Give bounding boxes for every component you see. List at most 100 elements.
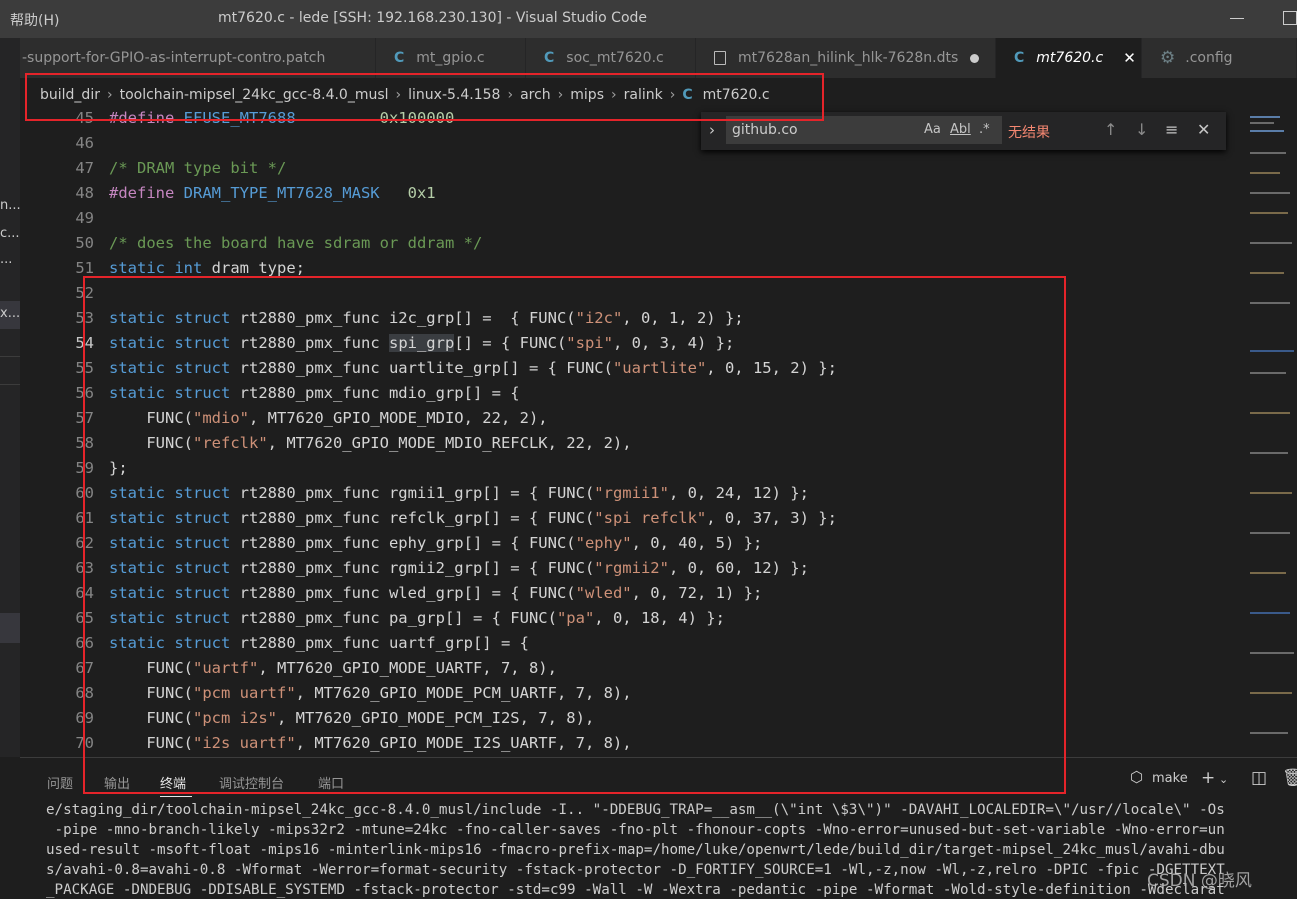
line-number: 66	[75, 634, 94, 652]
breadcrumb-item[interactable]: arch	[520, 87, 551, 103]
chevron-right-icon: ›	[611, 87, 617, 103]
minimap-line	[1250, 372, 1286, 374]
arrow-down-icon[interactable]: ↓	[1135, 120, 1148, 139]
divider	[0, 356, 20, 357]
code-line: #define DRAM_TYPE_MT7628_MASK 0x1	[109, 184, 436, 202]
maximize-icon[interactable]	[1283, 11, 1297, 25]
breadcrumb-item[interactable]: mt7620.c	[703, 87, 770, 103]
tab-debug-console[interactable]: 调试控制台	[219, 773, 284, 792]
tab-dts[interactable]: mt7628an_hilink_hlk-7628n.dts	[696, 38, 996, 78]
terminal-line: _PACKAGE -DNDEBUG -DDISABLE_SYSTEMD -fst…	[46, 882, 1225, 898]
minimap[interactable]	[1247, 112, 1297, 757]
breadcrumb-item[interactable]: mips	[570, 87, 604, 103]
explorer-item[interactable]: ...	[0, 252, 20, 267]
split-terminal-icon[interactable]: ◫	[1251, 768, 1267, 788]
breadcrumb-item[interactable]: linux-5.4.158	[408, 87, 500, 103]
line-number: 63	[75, 559, 94, 577]
bottom-panel: 问题 输出 终端 调试控制台 端口 ⬡ make + ⌄ ◫ 🗑 e/stagi…	[20, 757, 1297, 899]
breadcrumb-item[interactable]: ralink	[624, 87, 663, 103]
whole-word-icon[interactable]: Abl	[950, 122, 971, 137]
chevron-right-icon: ›	[507, 87, 514, 103]
minimap-line	[1250, 732, 1288, 734]
tab-problems[interactable]: 问题	[47, 773, 73, 792]
minimap-line	[1250, 692, 1292, 694]
chevron-right-icon[interactable]: ›	[709, 121, 715, 139]
explorer-strip: n... c... ... x...	[0, 38, 20, 757]
line-number: 53	[75, 309, 94, 327]
line-number: 46	[75, 134, 94, 152]
code-line: static struct rt2880_pmx_func wled_grp[]…	[109, 584, 763, 602]
code-line: FUNC("pcm uartf", MT7620_GPIO_MODE_PCM_U…	[146, 684, 632, 702]
tab-mt7620-active[interactable]: C mt7620.c ✕	[996, 38, 1142, 78]
code-line: static struct rt2880_pmx_func uartlite_g…	[109, 359, 837, 377]
line-number: 67	[75, 659, 94, 677]
minimap-line	[1250, 122, 1274, 124]
chevron-right-icon: ›	[395, 87, 402, 103]
code-line: static struct rt2880_pmx_func pa_grp[] =…	[109, 609, 725, 627]
arrow-up-icon[interactable]: ↑	[1104, 120, 1117, 139]
line-number: 56	[75, 384, 94, 402]
add-terminal-icon[interactable]: +	[1201, 768, 1215, 788]
line-number: 48	[75, 184, 94, 202]
menu-help[interactable]: 帮助(H)	[10, 10, 59, 30]
c-file-icon: C	[682, 87, 693, 103]
file-icon	[714, 51, 726, 65]
minimap-line	[1250, 152, 1286, 154]
code-line: static struct rt2880_pmx_func spi_grp[] …	[109, 334, 735, 352]
terminal-line: s/avahi-0.8=avahi-0.8 -Wformat -Werror=f…	[46, 862, 1225, 878]
tab-label: mt7628an_hilink_hlk-7628n.dts	[738, 50, 959, 66]
regex-icon[interactable]: .*	[979, 122, 990, 137]
minimap-line	[1250, 452, 1288, 454]
terminal-line: e/staging_dir/toolchain-mipsel_24kc_gcc-…	[46, 802, 1225, 818]
minimap-line	[1250, 116, 1280, 118]
minimap-line	[1250, 192, 1290, 194]
tab-label: .config	[1185, 50, 1233, 66]
breadcrumb-item[interactable]: toolchain-mipsel_24kc_gcc-8.4.0_musl	[120, 87, 389, 103]
gear-icon: ⚙	[1160, 48, 1176, 68]
minimap-line	[1250, 130, 1284, 132]
chevron-right-icon: ›	[557, 87, 564, 103]
close-icon[interactable]: ✕	[1123, 49, 1136, 67]
breadcrumb: build_dir › toolchain-mipsel_24kc_gcc-8.…	[20, 78, 1297, 112]
line-number: 58	[75, 434, 94, 452]
line-number-active: 54	[75, 334, 94, 352]
terminal-name[interactable]: make	[1152, 771, 1188, 786]
line-number: 47	[75, 159, 94, 177]
chevron-down-icon[interactable]: ⌄	[1219, 773, 1228, 786]
tab-patch[interactable]: -support-for-GPIO-as-interrupt-contro.pa…	[20, 38, 376, 78]
trash-icon[interactable]: 🗑	[1282, 768, 1297, 788]
code-line: static struct rt2880_pmx_func rgmii2_grp…	[109, 559, 809, 577]
match-case-icon[interactable]: Aa	[924, 122, 941, 137]
code-line: FUNC("refclk", MT7620_GPIO_MODE_MDIO_REF…	[146, 434, 632, 452]
word-highlight: spi_grp	[388, 334, 455, 352]
find-in-selection-icon[interactable]: ≡	[1165, 120, 1178, 139]
breadcrumb-item[interactable]: build_dir	[40, 87, 100, 103]
terminal-line: -pipe -mno-branch-likely -mips32r2 -mtun…	[46, 822, 1225, 838]
code-line: };	[109, 459, 128, 477]
explorer-item[interactable]: c...	[0, 226, 20, 241]
minimap-line	[1250, 242, 1292, 244]
close-icon[interactable]: ✕	[1197, 120, 1210, 139]
tab-terminal[interactable]: 终端	[160, 773, 186, 792]
code-line: FUNC("pcm i2s", MT7620_GPIO_MODE_PCM_I2S…	[146, 709, 595, 727]
tab-ports[interactable]: 端口	[318, 773, 344, 792]
minimap-line	[1250, 412, 1290, 414]
explorer-item-selected[interactable]: x...	[0, 301, 20, 329]
tab-mt-gpio[interactable]: C mt_gpio.c	[376, 38, 526, 78]
code-line: static struct rt2880_pmx_func mdio_grp[]…	[109, 384, 520, 402]
tab-label: mt_gpio.c	[416, 50, 485, 66]
line-number: 60	[75, 484, 94, 502]
line-number: 70	[75, 734, 94, 752]
editor-tabs: -support-for-GPIO-as-interrupt-contro.pa…	[20, 38, 1297, 78]
tab-soc-mt7620[interactable]: C soc_mt7620.c	[526, 38, 696, 78]
explorer-item[interactable]: n...	[0, 198, 20, 213]
minimap-line	[1250, 612, 1290, 614]
minimap-line	[1250, 212, 1288, 214]
tab-config[interactable]: ⚙ .config	[1142, 38, 1297, 78]
tab-output[interactable]: 输出	[104, 773, 130, 792]
line-number: 62	[75, 534, 94, 552]
explorer-selection[interactable]	[0, 613, 20, 643]
code-line: /* does the board have sdram or ddram */	[109, 234, 483, 252]
minimize-icon[interactable]	[1230, 18, 1244, 19]
minimap-line	[1250, 172, 1280, 174]
